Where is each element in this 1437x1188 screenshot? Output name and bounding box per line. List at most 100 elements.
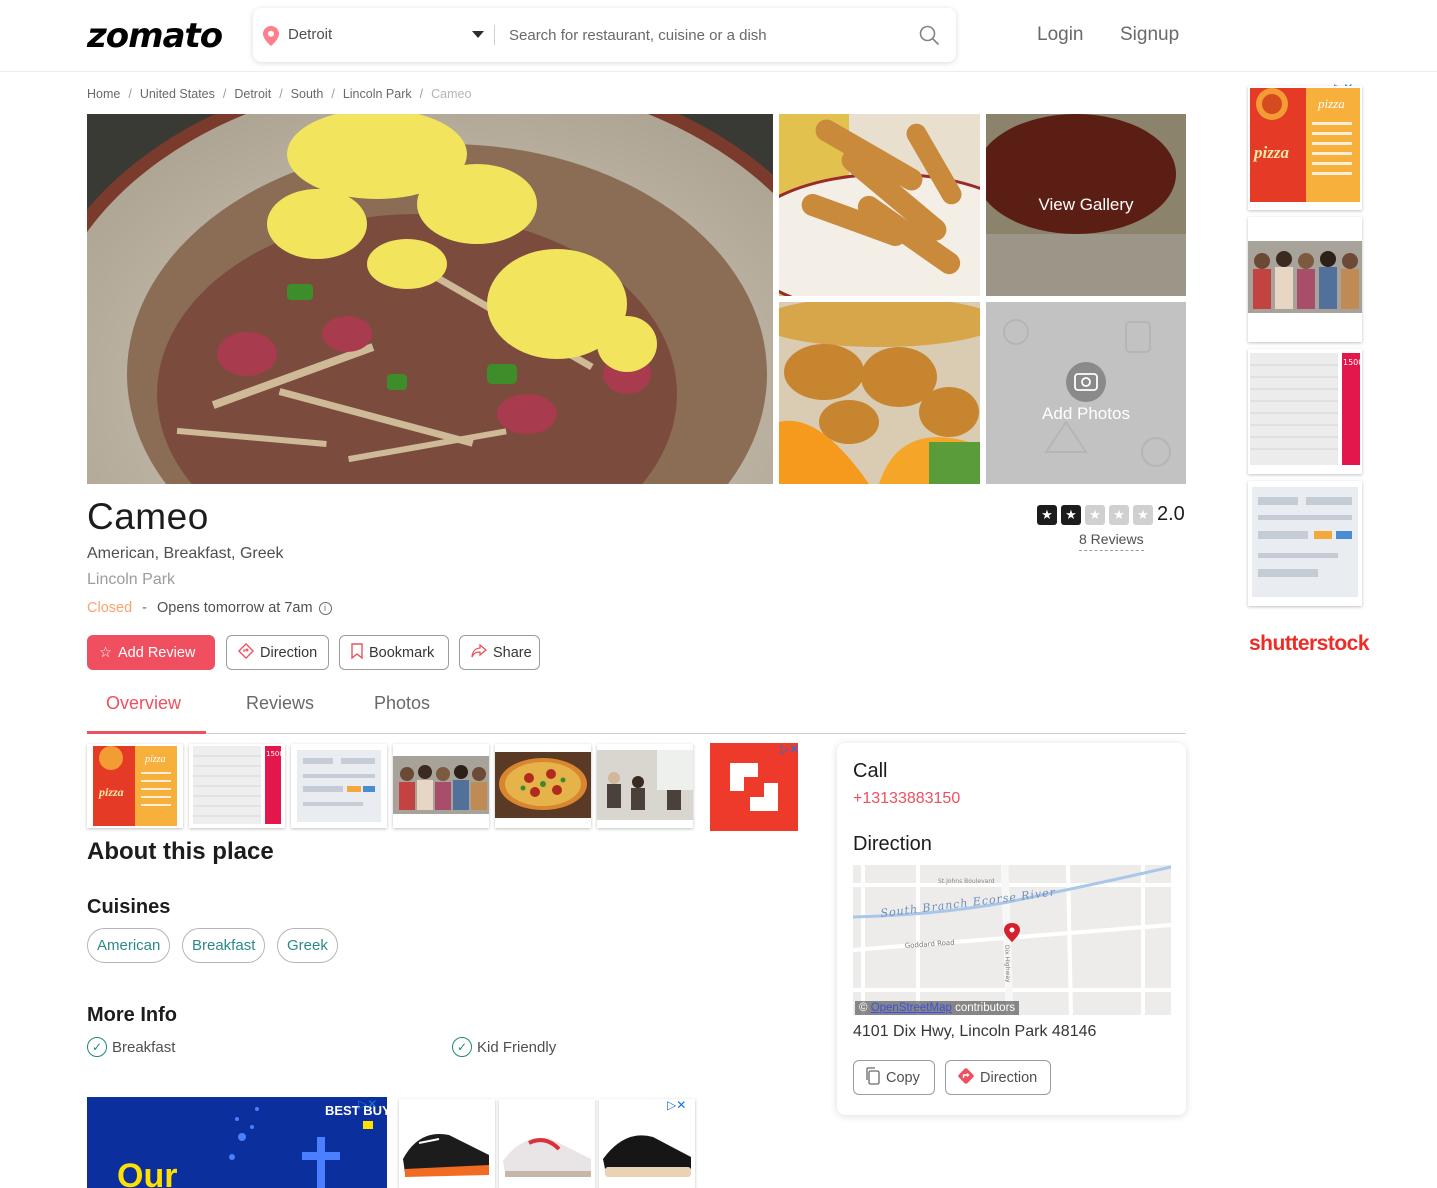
map-street-label: Dix Highway — [1003, 945, 1011, 983]
add-photos-label[interactable]: Add Photos — [986, 394, 1186, 434]
location-selector[interactable]: Detroit — [288, 26, 332, 43]
chevron-down-icon[interactable] — [472, 31, 484, 38]
gallery-photo-2[interactable] — [779, 114, 980, 296]
adchoices-icon[interactable]: ▷✕ — [358, 1097, 377, 1111]
card-direction-button[interactable]: Direction — [945, 1060, 1051, 1095]
check-circle-icon: ✓ — [87, 1037, 107, 1057]
share-button[interactable]: Share — [459, 635, 540, 670]
breadcrumb-home[interactable]: Home — [87, 87, 120, 101]
map-attribution: © OpenStreetMap contributors — [855, 1001, 1020, 1015]
tab-overview[interactable]: Overview — [106, 693, 181, 714]
direction-icon — [237, 642, 255, 663]
ad-thumb-salon[interactable] — [597, 744, 693, 828]
reviews-count-link[interactable]: 8 Reviews — [1079, 531, 1144, 551]
star-outline-icon: ☆ — [99, 644, 112, 661]
wordsearch-badge: 1500 — [1343, 358, 1362, 367]
location-map[interactable]: South Branch Ecorse River St.Johns Boule… — [853, 865, 1171, 1015]
breadcrumb-separator: / — [128, 87, 132, 101]
zomato-logo[interactable]: zomato — [87, 16, 223, 56]
more-info-item: ✓ Kid Friendly — [452, 1037, 556, 1057]
copy-address-button[interactable]: Copy — [853, 1060, 935, 1095]
share-label: Share — [493, 644, 532, 661]
breadcrumb-separator: / — [279, 87, 283, 101]
direction-title: Direction — [853, 833, 932, 855]
ad-thumb-wordsearch[interactable]: 1500 — [189, 744, 285, 828]
side-ad-wordsearch[interactable]: 1500 — [1248, 349, 1362, 474]
restaurant-locality[interactable]: Lincoln Park — [87, 571, 175, 589]
more-info-label: Breakfast — [112, 1038, 176, 1056]
cuisine-chip-american[interactable]: American — [87, 928, 171, 963]
adchoices-icon[interactable]: ▷✕ — [780, 742, 799, 756]
rating-value: 2.0 — [1157, 503, 1185, 525]
copy-icon — [865, 1066, 881, 1089]
map-street-label: St.Johns Boulevard — [938, 878, 995, 885]
breadcrumb-locality[interactable]: Lincoln Park — [343, 87, 412, 101]
breadcrumb-separator: / — [331, 87, 335, 101]
ad-thumb-students[interactable] — [393, 744, 489, 828]
ad-thumb-ui-kit[interactable] — [291, 744, 387, 828]
view-gallery-tile[interactable]: View Gallery — [986, 114, 1186, 296]
bestbuy-logo-text: BEST BUY — [325, 1103, 387, 1118]
add-review-button[interactable]: ☆ Add Review — [87, 635, 215, 670]
share-icon — [471, 643, 488, 662]
view-gallery-label[interactable]: View Gallery — [986, 114, 1186, 296]
ad-thumb-pizza-menu[interactable]: pizza pizza — [87, 744, 183, 828]
breadcrumb-area[interactable]: South — [291, 87, 324, 101]
opening-hours: Opens tomorrow at 7am — [156, 600, 313, 616]
direction-button[interactable]: Direction — [226, 635, 329, 670]
breadcrumb: Home / United States / Detroit / South / Lin… — [87, 87, 471, 101]
signup-link[interactable]: Signup — [1120, 24, 1179, 46]
login-link[interactable]: Login — [1037, 24, 1084, 46]
ad-bestbuy[interactable]: Our BEST BUY — [87, 1097, 387, 1188]
side-ad-ui-kit[interactable] — [1248, 481, 1362, 606]
pizza-word: pizza — [98, 785, 124, 799]
star-icon: ★ — [1061, 504, 1081, 525]
restaurant-cuisines: American, Breakfast, Greek — [87, 545, 284, 562]
phone-number[interactable]: +13133883150 — [853, 790, 960, 808]
add-photos-tile[interactable]: Add Photos — [986, 302, 1186, 484]
cuisine-chip-greek[interactable]: Greek — [277, 928, 338, 963]
contact-card: Call +13133883150 Direction South Branch… — [837, 743, 1186, 1115]
ad-thumb-sneaker-2[interactable] — [499, 1099, 595, 1188]
breadcrumb-country[interactable]: United States — [140, 87, 215, 101]
opening-status: Closed - Opens tomorrow at 7am i — [87, 600, 332, 616]
shutterstock-brand[interactable]: shutterstock — [1249, 632, 1370, 656]
pizza-word: pizza — [144, 754, 166, 765]
top-header: zomato Detroit Login Signup — [0, 0, 1437, 72]
breadcrumb-city[interactable]: Detroit — [234, 87, 271, 101]
side-ad-students[interactable] — [1248, 217, 1362, 342]
star-icon: ★ — [1133, 504, 1153, 525]
location-pin-icon — [263, 26, 279, 51]
main-photo[interactable] — [87, 114, 773, 484]
info-icon[interactable]: i — [318, 602, 332, 615]
ad-thumb-sneaker-3[interactable] — [599, 1099, 695, 1188]
more-info-title: More Info — [87, 1004, 177, 1026]
tab-reviews[interactable]: Reviews — [246, 693, 314, 714]
search-input[interactable] — [509, 20, 909, 50]
status-closed: Closed — [87, 600, 133, 616]
ad-thumb-sneaker-1[interactable] — [399, 1099, 495, 1188]
check-circle-icon: ✓ — [452, 1037, 472, 1057]
adchoices-icon[interactable]: ▷✕ — [667, 1098, 686, 1112]
copy-label: Copy — [886, 1069, 920, 1086]
copyright-symbol: © — [859, 1002, 868, 1014]
direction-filled-icon — [957, 1067, 975, 1089]
openstreetmap-link[interactable]: OpenStreetMap — [871, 1002, 952, 1014]
add-review-label: Add Review — [118, 644, 196, 661]
ad-shutterstock-logo[interactable] — [710, 743, 798, 831]
tab-photos[interactable]: Photos — [374, 693, 430, 714]
restaurant-name: Cameo — [87, 496, 209, 537]
side-ad-pizza-menu[interactable]: pizza pizza — [1248, 86, 1362, 210]
search-bar: Detroit — [253, 8, 956, 62]
search-icon[interactable] — [919, 25, 939, 50]
bookmark-button[interactable]: Bookmark — [339, 635, 449, 670]
cuisine-chip-breakfast[interactable]: Breakfast — [182, 928, 266, 963]
gallery-photo-3[interactable] — [779, 302, 980, 484]
breadcrumb-separator: / — [419, 87, 424, 101]
ad-thumb-pizza-photo[interactable] — [495, 744, 591, 828]
star-icon: ★ — [1109, 504, 1129, 525]
active-tab-indicator — [87, 731, 206, 734]
call-title: Call — [853, 760, 888, 782]
breadcrumb-current: Cameo — [431, 87, 472, 101]
search-divider — [494, 25, 495, 45]
